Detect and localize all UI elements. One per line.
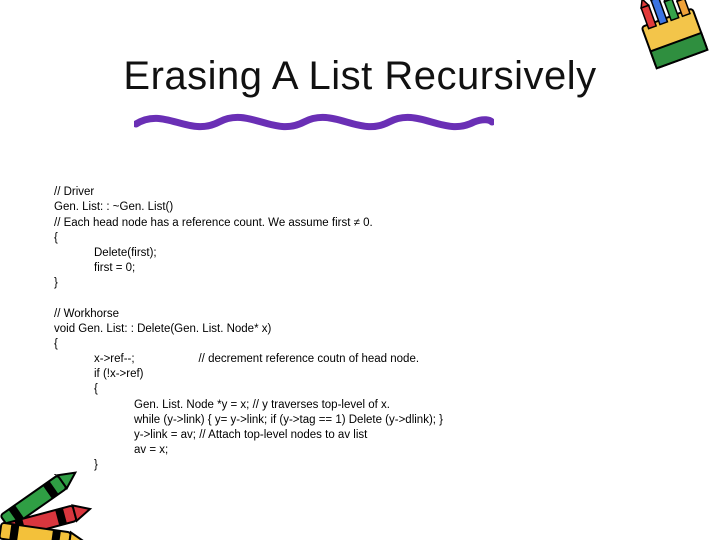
code-line: // Driver — [54, 186, 94, 198]
code-line: first = 0; — [54, 261, 135, 276]
code-line: void Gen. List: : Delete(Gen. List. Node… — [54, 323, 271, 335]
code-line: Delete(first); — [54, 246, 157, 261]
slide: Erasing A List Recursively // Driver Gen… — [0, 0, 720, 540]
code-block: // Driver Gen. List: : ~Gen. List() // E… — [54, 170, 664, 489]
code-line: { — [54, 232, 58, 244]
code-line: Gen. List. Node *y = x; // y traverses t… — [54, 398, 390, 413]
code-line: // Each head node has a reference count.… — [54, 217, 373, 229]
code-line: // Workhorse — [54, 308, 119, 320]
page-title: Erasing A List Recursively — [0, 54, 720, 99]
crayon-box-icon — [618, 0, 720, 95]
code-line: if (!x->ref) — [54, 367, 144, 382]
code-line: Gen. List: : ~Gen. List() — [54, 201, 173, 213]
code-line: x->ref--; // decrement reference coutn o… — [54, 352, 419, 367]
code-line: { — [54, 382, 98, 397]
code-line: { — [54, 338, 58, 350]
code-line: } — [54, 277, 58, 289]
crayons-icon — [0, 416, 119, 540]
title-underline-squiggle — [134, 108, 494, 136]
